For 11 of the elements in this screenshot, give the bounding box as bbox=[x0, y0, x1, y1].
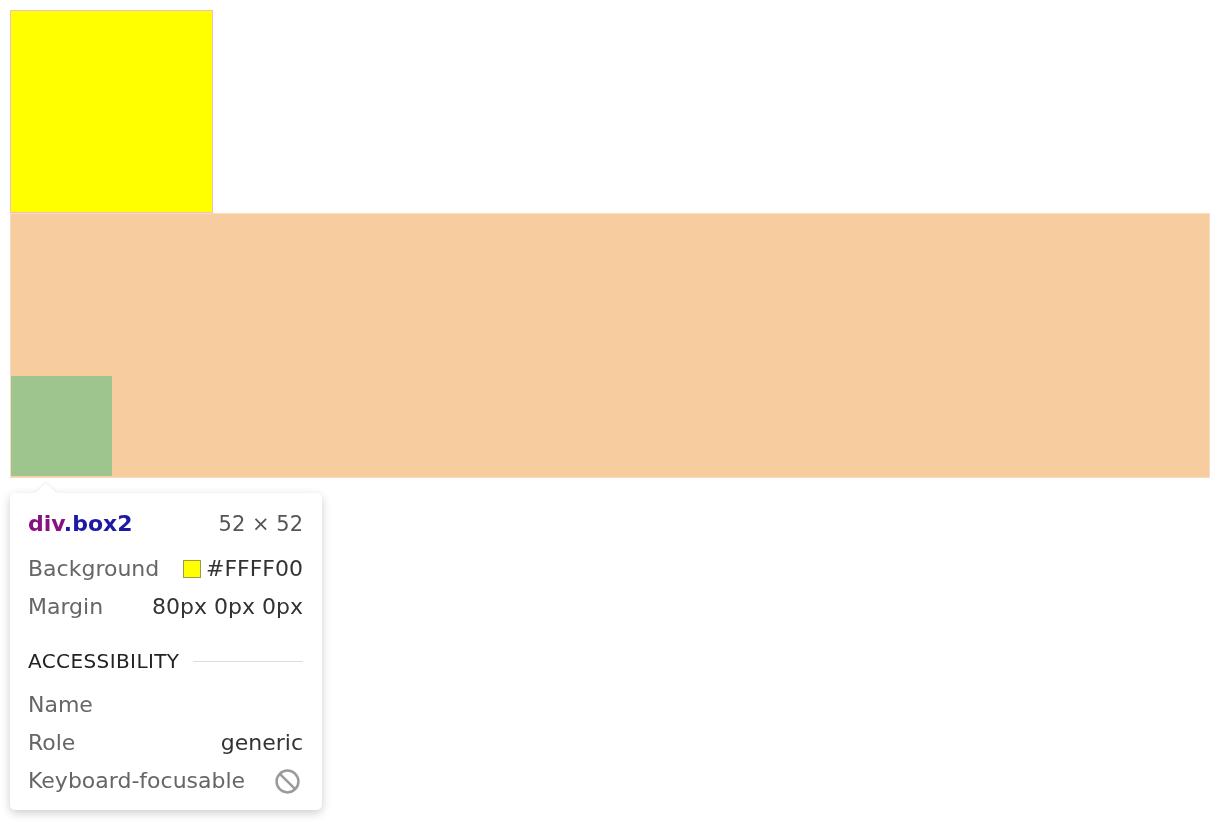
property-value: generic bbox=[220, 729, 303, 757]
property-label: Name bbox=[28, 691, 93, 719]
property-label: Margin bbox=[28, 593, 104, 621]
property-value: #FFFF00 bbox=[205, 555, 303, 583]
element-selector: div.box2 bbox=[28, 510, 133, 538]
property-label: Role bbox=[28, 729, 76, 757]
element-size: 52 × 52 bbox=[218, 511, 303, 538]
property-value: 80px 0px 0px bbox=[152, 593, 303, 621]
section-heading: ACCESSIBILITY bbox=[28, 648, 180, 675]
property-label: Keyboard-focusable bbox=[28, 767, 246, 795]
property-label: Background bbox=[28, 555, 160, 583]
